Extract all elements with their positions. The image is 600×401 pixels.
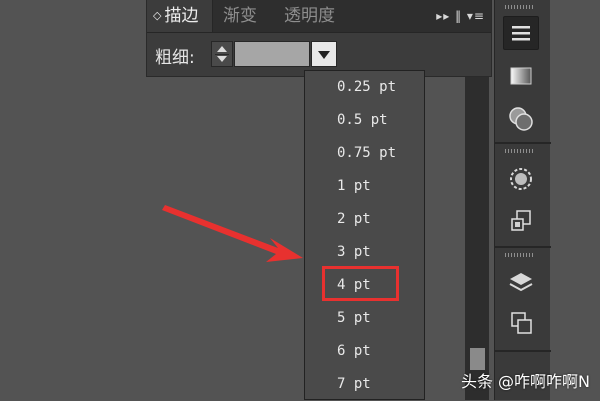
dropdown-option[interactable]: 0.75 pt xyxy=(305,137,424,170)
arrow-shape-icon xyxy=(162,205,303,262)
tab-stroke[interactable]: ◇ 描边 xyxy=(147,0,213,32)
tab-gradient[interactable]: 渐变 xyxy=(223,0,273,32)
dock-separator xyxy=(495,350,551,352)
panel-tab-bar: ◇ 描边 渐变 透明度 ▸▸ ‖ ▾≡ xyxy=(147,0,491,33)
stroke-weight-dropdown-button[interactable] xyxy=(311,41,337,67)
dropdown-option[interactable]: 2 pt xyxy=(305,203,424,236)
right-panel-dock xyxy=(494,0,551,400)
appearance-icon[interactable] xyxy=(503,162,539,196)
tab-gradient-label: 渐变 xyxy=(223,6,257,26)
stepper-down-icon[interactable] xyxy=(217,56,227,62)
watermark-text: 头条 @咋啊咋啊N xyxy=(460,372,590,391)
hamburger-menu-icon[interactable] xyxy=(503,16,539,50)
transparency-icon[interactable] xyxy=(503,102,539,136)
stroke-weight-dropdown-list: 0.25 pt 0.5 pt 0.75 pt 1 pt 2 pt 3 pt 4 … xyxy=(304,70,425,400)
highlight-box xyxy=(322,266,399,301)
dock-grip[interactable] xyxy=(505,253,533,257)
dropdown-option[interactable]: 0.25 pt xyxy=(305,71,424,104)
stepper-up-icon[interactable] xyxy=(217,46,227,52)
stroke-panel: ◇ 描边 渐变 透明度 ▸▸ ‖ ▾≡ 粗细: xyxy=(146,0,492,77)
stroke-weight-input[interactable] xyxy=(234,41,310,67)
chevron-down-icon xyxy=(318,51,330,59)
layers-icon[interactable] xyxy=(503,266,539,300)
dock-grip[interactable] xyxy=(505,5,533,9)
symbols-icon[interactable] xyxy=(503,204,539,238)
stepper-divider xyxy=(215,54,229,55)
dropdown-option[interactable]: 6 pt xyxy=(305,335,424,368)
tab-transparency[interactable]: 透明度 xyxy=(284,0,354,32)
artboards-icon[interactable] xyxy=(503,306,539,340)
panel-menu-icon[interactable]: ▸▸ ‖ ▾≡ xyxy=(436,0,485,32)
dropdown-option[interactable]: 3 pt xyxy=(305,236,424,269)
dropdown-option[interactable]: 0.5 pt xyxy=(305,104,424,137)
dock-separator xyxy=(495,142,551,144)
tab-stroke-label: 描边 xyxy=(164,6,199,26)
panel-scrollbar-thumb[interactable] xyxy=(470,348,485,370)
stroke-weight-stepper[interactable] xyxy=(211,41,233,67)
dropdown-option[interactable]: 7 pt xyxy=(305,368,424,401)
gradient-icon[interactable] xyxy=(503,60,539,94)
tab-transparency-label: 透明度 xyxy=(284,6,335,26)
dropdown-option[interactable]: 1 pt xyxy=(305,170,424,203)
expand-caret-icon: ◇ xyxy=(153,9,162,22)
stroke-weight-label: 粗细: xyxy=(155,48,195,68)
dropdown-option[interactable]: 5 pt xyxy=(305,302,424,335)
dock-grip[interactable] xyxy=(505,149,533,153)
dock-separator xyxy=(495,246,551,248)
